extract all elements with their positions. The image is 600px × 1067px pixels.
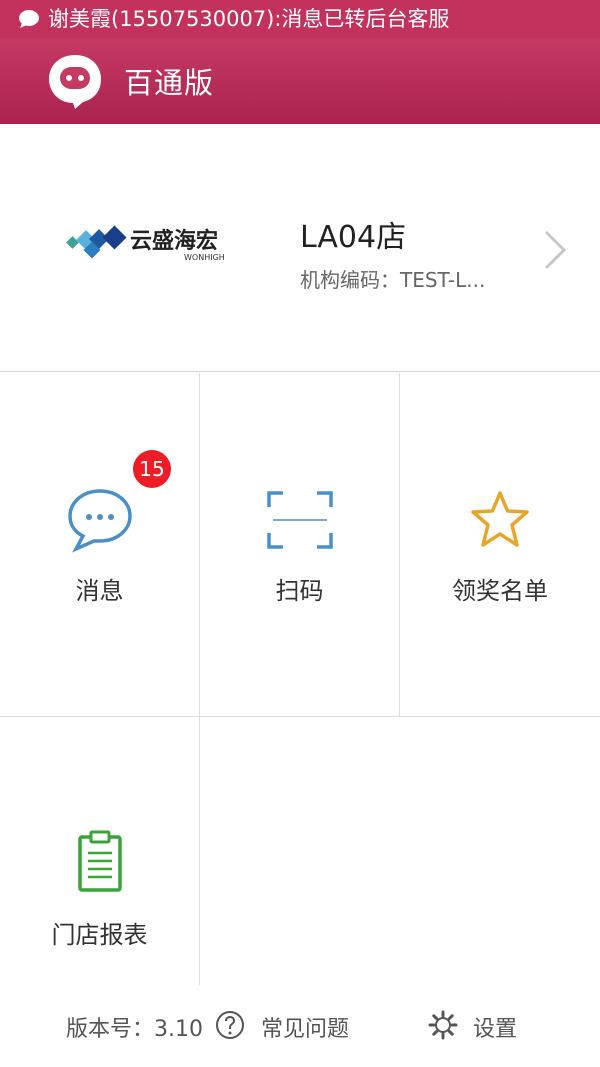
faq-link[interactable]: 常见问题 [261,1011,349,1043]
chat-logo-icon [49,55,101,109]
clipboard-report-icon [77,830,122,892]
gear-icon[interactable] [428,1010,458,1040]
function-grid: 15 消息 扫码 领奖名单 门店报表 [0,373,600,985]
grid-item-messages[interactable]: 15 消息 [0,373,200,717]
chat-bubble-icon [19,10,39,28]
status-bar: 谢美霞(15507530007):消息已转后台客服 [0,0,600,38]
star-icon [471,491,529,547]
grid-item-winners[interactable]: 领奖名单 [400,373,600,717]
store-card[interactable]: 云盛海宏 WONHIGH LA04店 机构编码：TEST-L... [0,124,600,372]
grid-item-label: 扫码 [275,577,324,605]
scan-icon [266,491,333,549]
settings-link[interactable]: 设置 [473,1011,517,1043]
grid-item-label: 领奖名单 [452,577,548,605]
app-bar: 百通版 [0,38,600,124]
store-name: LA04店 [300,220,407,255]
status-notification-text: 谢美霞(15507530007):消息已转后台客服 [48,7,450,31]
message-bubble-icon [67,489,132,553]
app-title: 百通版 [124,66,215,100]
store-code: 机构编码：TEST-L... [300,268,486,292]
grid-item-store-report[interactable]: 门店报表 [0,717,200,985]
footer-bar: 版本号：3.10 常见问题 设置 [0,985,600,1067]
chevron-right-icon[interactable] [540,228,568,272]
grid-item-label: 消息 [75,577,124,605]
brand-name-cn: 云盛海宏 [130,228,218,254]
question-circle-icon[interactable] [215,1010,245,1040]
brand-name-en: WONHIGH [184,253,225,262]
wonhigh-logo: 云盛海宏 WONHIGH [66,225,225,262]
grid-item-scan[interactable]: 扫码 [200,373,400,717]
version-label: 版本号：3.10 [66,1017,203,1042]
grid-item-label: 门店报表 [51,921,148,949]
unread-badge: 15 [133,450,171,488]
